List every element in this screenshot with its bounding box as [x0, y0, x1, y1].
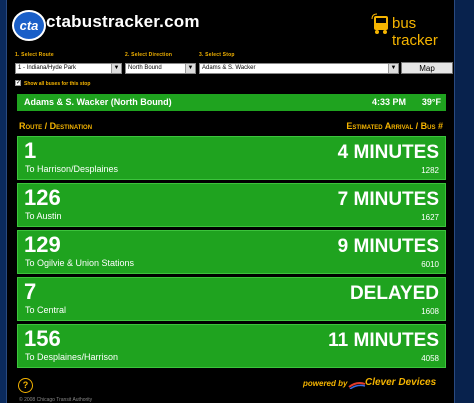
current-time: 4:33 PM: [371, 97, 406, 107]
help-icon[interactable]: ?: [18, 378, 33, 393]
tracker-panel: cta ctabustracker.com bus tracker 1. Sel…: [6, 0, 455, 403]
copyright-text: © 2008 Chicago Transit Authority: [19, 397, 93, 403]
arrival-estimate: 9 MINUTES: [337, 236, 439, 257]
show-all-label: Show all buses for this stop: [24, 81, 91, 87]
destination: To Desplaines/Harrison: [25, 352, 119, 362]
arrival-row[interactable]: 126 To Austin 7 MINUTES 1627: [17, 183, 446, 227]
stop-info-bar: Adams & S. Wacker (North Bound) 4:33 PM …: [17, 94, 446, 111]
stop-name: Adams & S. Wacker (North Bound): [24, 97, 172, 107]
route-number: 1: [24, 138, 37, 163]
cta-logo[interactable]: cta: [12, 10, 46, 41]
show-all-checkbox[interactable]: ✓: [15, 80, 21, 86]
direction-select-value: North Bound: [128, 65, 162, 71]
bus-tracker-brand: bus tracker: [392, 15, 438, 49]
direction-select[interactable]: North Bound ▼: [125, 63, 196, 74]
route-number: 156: [24, 326, 61, 351]
page-side-strip: [455, 0, 474, 403]
route-select-label: 1. Select Route: [15, 52, 54, 58]
chevron-down-icon[interactable]: ▼: [111, 64, 121, 73]
arrival-estimate: 7 MINUTES: [337, 189, 439, 210]
destination: To Central: [25, 305, 67, 315]
cta-logo-text: cta: [19, 18, 39, 33]
temperature: 39°F: [421, 97, 441, 107]
arrival-row[interactable]: 129 To Ogilvie & Union Stations 9 MINUTE…: [17, 230, 446, 274]
destination: To Harrison/Desplaines: [25, 164, 119, 174]
arrival-bus-header: Estimated Arrival / Bus #: [346, 121, 443, 131]
stop-select-label: 3. Select Stop: [199, 52, 235, 58]
chevron-down-icon[interactable]: ▼: [185, 64, 195, 73]
stop-select-value: Adams & S. Wacker: [202, 65, 256, 71]
route-number: 7: [24, 279, 37, 304]
bus-number: 4058: [421, 354, 439, 363]
direction-select-label: 2. Select Direction: [125, 52, 173, 58]
arrival-estimate: 11 MINUTES: [328, 330, 439, 351]
chevron-down-icon[interactable]: ▼: [388, 64, 398, 73]
clever-devices-logo-icon: [348, 382, 366, 389]
route-destination-header: Route / Destination: [19, 121, 93, 131]
site-title[interactable]: ctabustracker.com: [46, 12, 200, 32]
route-number: 126: [24, 185, 61, 210]
destination: To Ogilvie & Union Stations: [25, 258, 135, 268]
clever-devices-link[interactable]: Clever Devices: [365, 377, 436, 388]
map-button[interactable]: Map: [401, 62, 453, 74]
arrival-estimate: DELAYED: [349, 283, 439, 304]
arrival-row[interactable]: 156 To Desplaines/Harrison 11 MINUTES 40…: [17, 324, 446, 368]
arrival-row[interactable]: 1 To Harrison/Desplaines 4 MINUTES 1282: [17, 136, 446, 180]
stop-select[interactable]: Adams & S. Wacker ▼: [199, 63, 399, 74]
powered-by-label: powered by: [303, 379, 348, 388]
bus-number: 1627: [421, 213, 439, 222]
bus-number: 6010: [421, 260, 439, 269]
arrival-estimate: 4 MINUTES: [337, 142, 439, 163]
destination: To Austin: [25, 211, 62, 221]
arrival-row[interactable]: 7 To Central DELAYED 1608: [17, 277, 446, 321]
bus-number: 1608: [421, 307, 439, 316]
bus-icon: [371, 13, 388, 34]
bus-number: 1282: [421, 166, 439, 175]
route-select-value: 1 - Indiana/Hyde Park: [18, 65, 77, 71]
route-number: 129: [24, 232, 61, 257]
route-select[interactable]: 1 - Indiana/Hyde Park ▼: [15, 63, 122, 74]
